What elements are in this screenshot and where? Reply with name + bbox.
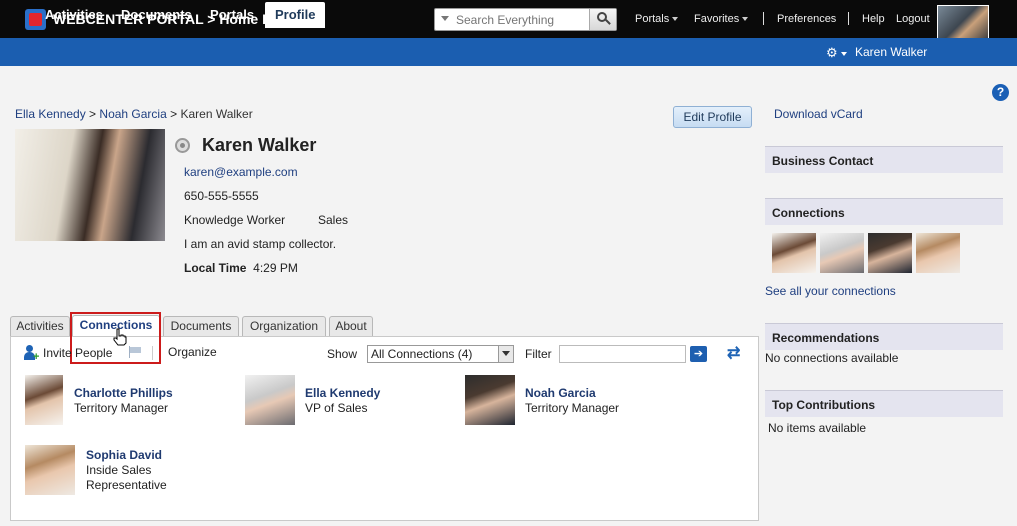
- connection-photo[interactable]: [25, 445, 75, 495]
- nav-tab-portals[interactable]: Portals: [210, 7, 254, 22]
- connection-name[interactable]: Ella Kennedy: [305, 386, 380, 400]
- connection-thumbnail[interactable]: [820, 233, 864, 273]
- show-select[interactable]: All Connections (4): [367, 345, 514, 363]
- no-connections-text: No connections available: [765, 351, 899, 365]
- invite-people-button[interactable]: Invite People: [43, 346, 112, 360]
- filter-label: Filter: [525, 347, 552, 361]
- recommendations-header[interactable]: Recommendations: [765, 323, 1003, 350]
- presence-status-icon: [175, 138, 190, 153]
- go-arrow-icon[interactable]: ➔: [690, 346, 707, 362]
- divider: [848, 12, 849, 25]
- preferences-link[interactable]: Preferences: [777, 13, 836, 25]
- connection-title: Inside Sales: [86, 463, 152, 477]
- business-contact-header[interactable]: Business Contact: [765, 146, 1003, 173]
- connection-thumbnail[interactable]: [772, 233, 816, 273]
- connection-title: Representative: [86, 478, 167, 492]
- breadcrumb-link[interactable]: Ella Kennedy: [15, 107, 86, 121]
- search-button[interactable]: [589, 9, 616, 30]
- connection-name[interactable]: Noah Garcia: [525, 386, 596, 400]
- divider: [152, 346, 153, 360]
- connection-title: Territory Manager: [74, 401, 169, 415]
- gear-icon[interactable]: ⚙: [826, 45, 847, 61]
- edit-profile-button[interactable]: Edit Profile: [673, 106, 752, 128]
- help-icon[interactable]: ?: [992, 84, 1009, 101]
- help-link[interactable]: Help: [862, 13, 885, 25]
- see-all-connections-link[interactable]: See all your connections: [765, 284, 896, 298]
- connection-thumbnail[interactable]: [916, 233, 960, 273]
- current-user-name[interactable]: Karen Walker: [855, 45, 927, 59]
- profile-title: Knowledge Worker: [184, 213, 286, 227]
- profile-phone: 650-555-5555: [184, 189, 259, 203]
- divider: [763, 12, 764, 25]
- portals-menu[interactable]: Portals: [635, 13, 679, 25]
- profile-about: I am an avid stamp collector.: [184, 237, 337, 251]
- tab-about[interactable]: About: [329, 316, 373, 337]
- logout-link[interactable]: Logout: [896, 13, 930, 25]
- add-user-icon[interactable]: +: [24, 345, 40, 363]
- download-vcard-link[interactable]: Download vCard: [774, 107, 863, 121]
- connection-photo[interactable]: [465, 375, 515, 425]
- connection-name[interactable]: Sophia David: [86, 448, 162, 462]
- profile-photo: [15, 129, 165, 241]
- no-items-text: No items available: [768, 421, 867, 435]
- profile-department: Sales: [318, 213, 349, 227]
- nav-tab-activities[interactable]: Activities: [45, 7, 103, 22]
- profile-name: Karen Walker: [202, 135, 317, 155]
- chevron-down-icon: [672, 17, 679, 22]
- tab-documents[interactable]: Documents: [163, 316, 239, 337]
- filter-input[interactable]: [559, 345, 686, 363]
- connection-title: Territory Manager: [525, 401, 620, 415]
- chevron-down-icon[interactable]: [498, 346, 513, 362]
- connections-header[interactable]: Connections: [765, 198, 1003, 225]
- favorites-menu[interactable]: Favorites: [694, 13, 749, 25]
- connection-photo[interactable]: [245, 375, 295, 425]
- tab-activities[interactable]: Activities: [10, 316, 70, 337]
- breadcrumb-link[interactable]: Noah Garcia: [99, 107, 166, 121]
- chevron-down-icon: [742, 17, 749, 22]
- breadcrumb-current: Karen Walker: [180, 107, 253, 121]
- show-label: Show: [327, 347, 358, 361]
- nav-tab-profile[interactable]: Profile: [265, 2, 326, 28]
- top-contributions-header[interactable]: Top Contributions: [765, 390, 1003, 417]
- breadcrumb: Ella Kennedy > Noah Garcia > Karen Walke…: [15, 107, 253, 121]
- connection-title: VP of Sales: [305, 401, 368, 415]
- search-input[interactable]: [435, 9, 590, 30]
- nav-tab-documents[interactable]: Documents: [121, 7, 192, 22]
- refresh-icon[interactable]: ⇄: [727, 343, 740, 363]
- connection-photo[interactable]: [25, 375, 63, 425]
- tab-organization[interactable]: Organization: [242, 316, 326, 337]
- search-box[interactable]: [434, 8, 617, 31]
- profile-email[interactable]: karen@example.com: [184, 165, 298, 179]
- hand-cursor-icon: [113, 328, 127, 346]
- connection-name[interactable]: Charlotte Phillips: [74, 386, 173, 400]
- local-time: Local Time 4:29 PM: [184, 261, 298, 275]
- flag-icon[interactable]: [128, 346, 142, 358]
- webcenter-logo-icon[interactable]: [25, 9, 46, 30]
- connection-thumbnail[interactable]: [868, 233, 912, 273]
- organize-button[interactable]: Organize: [168, 345, 217, 359]
